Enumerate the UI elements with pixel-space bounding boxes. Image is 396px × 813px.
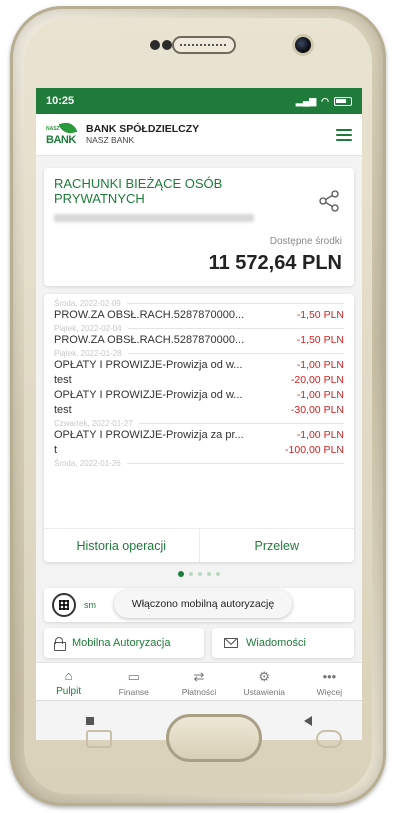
bank-logo: NASZ BANK <box>46 119 80 148</box>
wallet-icon: ▭ <box>127 668 140 684</box>
transaction-description: OPŁATY I PROWIZJE-Prowizja od w... <box>54 389 243 401</box>
bank-name: BANK SPÓŁDZIELCZY <box>86 123 200 135</box>
nav-item-ustawienia[interactable]: ⚙ Ustawienia <box>232 663 297 700</box>
history-actions: Historia operacji Przelew <box>44 528 354 562</box>
transaction-row[interactable]: t -100,00 PLN <box>54 443 344 458</box>
transfer-button[interactable]: Przelew <box>200 529 355 562</box>
sensor-dot <box>150 40 160 50</box>
nav-label: Więcej <box>316 686 343 697</box>
back-icon[interactable] <box>304 715 313 726</box>
transaction-amount: -1,00 PLN <box>296 389 344 401</box>
page-dot[interactable] <box>198 572 202 576</box>
gear-icon: ⚙ <box>258 668 271 684</box>
account-number-blurred <box>54 214 254 222</box>
transaction-description: OPŁATY I PROWIZJE-Prowizja od w... <box>54 359 243 371</box>
date-separator: Środa, 2022-02-09 <box>54 298 344 308</box>
history-button[interactable]: Historia operacji <box>44 529 200 562</box>
app-header: NASZ BANK BANK SPÓŁDZIELCZY NASZ BANK <box>36 114 362 156</box>
transaction-description: test <box>54 404 72 416</box>
nav-item-finanse[interactable]: ▭ Finanse <box>101 663 166 700</box>
hamburger-menu-icon[interactable] <box>336 128 352 141</box>
mobile-authorization-button[interactable]: Mobilna Autoryzacja <box>44 628 204 658</box>
nav-item-pulpit[interactable]: ⌂ Pulpit <box>36 663 101 700</box>
physical-home-button[interactable] <box>166 714 262 762</box>
account-card[interactable]: RACHUNKI BIEŻĄCE OSÓB PRYWATNYCH Dostępn… <box>44 168 354 286</box>
sensor-dot <box>162 40 172 50</box>
transaction-history-card: Środa, 2022-02-09 PROW.ZA OBSŁ.RACH.5287… <box>44 294 354 562</box>
recent-apps-icon[interactable] <box>85 716 94 725</box>
transfer-icon: ⇄ <box>193 668 205 684</box>
transaction-description: PROW.ZA OBSŁ.RACH.5287870000... <box>54 309 245 321</box>
speaker-grill <box>172 36 236 54</box>
status-time: 10:25 <box>46 95 75 107</box>
wifi-icon: ◠ <box>321 95 329 106</box>
transaction-row[interactable]: OPŁATY I PROWIZJE-Prowizja za pr... -1,0… <box>54 428 344 443</box>
bank-subtitle: NASZ BANK <box>86 135 135 145</box>
messages-button[interactable]: Wiadomości <box>212 628 354 658</box>
mail-icon <box>224 638 238 648</box>
transaction-description: t <box>54 444 58 456</box>
page-dot[interactable] <box>189 572 193 576</box>
page-dot[interactable] <box>207 572 211 576</box>
hw-recent-key[interactable] <box>86 730 112 748</box>
home-icon: ⌂ <box>64 668 73 683</box>
status-icons: ▂▄▆ ◠ <box>296 96 352 107</box>
date-separator: Piątek, 2022-01-28 <box>54 348 344 358</box>
qr-shortcut-label: sm <box>84 600 96 610</box>
transaction-row[interactable]: OPŁATY I PROWIZJE-Prowizja od w... -1,00… <box>54 358 344 373</box>
transaction-description: PROW.ZA OBSŁ.RACH.5287870000... <box>54 334 245 346</box>
hw-back-key[interactable] <box>316 730 342 748</box>
nav-item-wiecej[interactable]: ••• Więcej <box>297 663 362 700</box>
nav-label: Płatności <box>181 686 217 697</box>
transaction-description: test <box>54 374 72 386</box>
account-title: RACHUNKI BIEŻĄCE OSÓB PRYWATNYCH <box>54 176 223 206</box>
transaction-amount: -1,00 PLN <box>296 359 344 371</box>
toast-notification: Włączono mobilną autoryzację <box>114 590 292 618</box>
qr-code-icon <box>52 593 76 617</box>
transaction-amount: -1,00 PLN <box>296 429 344 441</box>
transaction-row[interactable]: OPŁATY I PROWIZJE-Prowizja od w... -1,00… <box>54 388 344 403</box>
lock-icon <box>54 637 66 651</box>
transaction-amount: -20,00 PLN <box>290 374 344 386</box>
transaction-amount: -1,50 PLN <box>296 334 344 346</box>
messages-label: Wiadomości <box>246 637 306 649</box>
available-funds-label: Dostępne środki <box>269 236 342 247</box>
screen: 10:25 ▂▄▆ ◠ NASZ BANK BANK SPÓŁDZIELCZY … <box>36 88 362 700</box>
nav-label: Finanse <box>118 686 149 697</box>
transaction-amount: -30,00 PLN <box>290 404 344 416</box>
page-indicator <box>36 571 362 577</box>
nav-item-platnosci[interactable]: ⇄ Płatności <box>166 663 231 700</box>
transaction-amount: -100,00 PLN <box>285 444 344 456</box>
share-icon[interactable] <box>318 190 340 212</box>
bottom-navigation: ⌂ Pulpit ▭ Finanse ⇄ Płatności ⚙ Ustawie… <box>36 662 362 700</box>
transaction-row[interactable]: test -20,00 PLN <box>54 373 344 388</box>
account-balance: 11 572,64 PLN <box>208 252 342 274</box>
status-bar: 10:25 ▂▄▆ ◠ <box>36 88 362 114</box>
transaction-description: OPŁATY I PROWIZJE-Prowizja za pr... <box>54 429 244 441</box>
date-separator: Czwartek, 2022-01-27 <box>54 418 344 428</box>
logo-big-text: BANK <box>46 133 76 146</box>
transaction-amount: -1,50 PLN <box>296 309 344 321</box>
nav-label: Ustawienia <box>243 686 285 697</box>
bank-title: BANK SPÓŁDZIELCZY NASZ BANK <box>86 123 200 146</box>
transaction-row[interactable]: PROW.ZA OBSŁ.RACH.5287870000... -1,50 PL… <box>54 308 344 323</box>
page-dot-active[interactable] <box>178 571 184 577</box>
front-camera <box>292 34 314 56</box>
date-separator: Środa, 2022-01-26 <box>54 458 344 468</box>
mobile-authorization-label: Mobilna Autoryzacja <box>72 637 171 649</box>
transaction-row[interactable]: PROW.ZA OBSŁ.RACH.5287870000... -1,50 PL… <box>54 333 344 348</box>
signal-icon: ▂▄▆ <box>295 95 317 106</box>
date-separator: Piątek, 2022-02-04 <box>54 323 344 333</box>
nav-label: Pulpit <box>56 686 82 697</box>
more-icon: ••• <box>322 668 337 684</box>
logo-small-text: NASZ <box>46 125 60 132</box>
transaction-row[interactable]: test -30,00 PLN <box>54 403 344 418</box>
battery-icon <box>334 96 352 106</box>
page-dot[interactable] <box>216 572 220 576</box>
